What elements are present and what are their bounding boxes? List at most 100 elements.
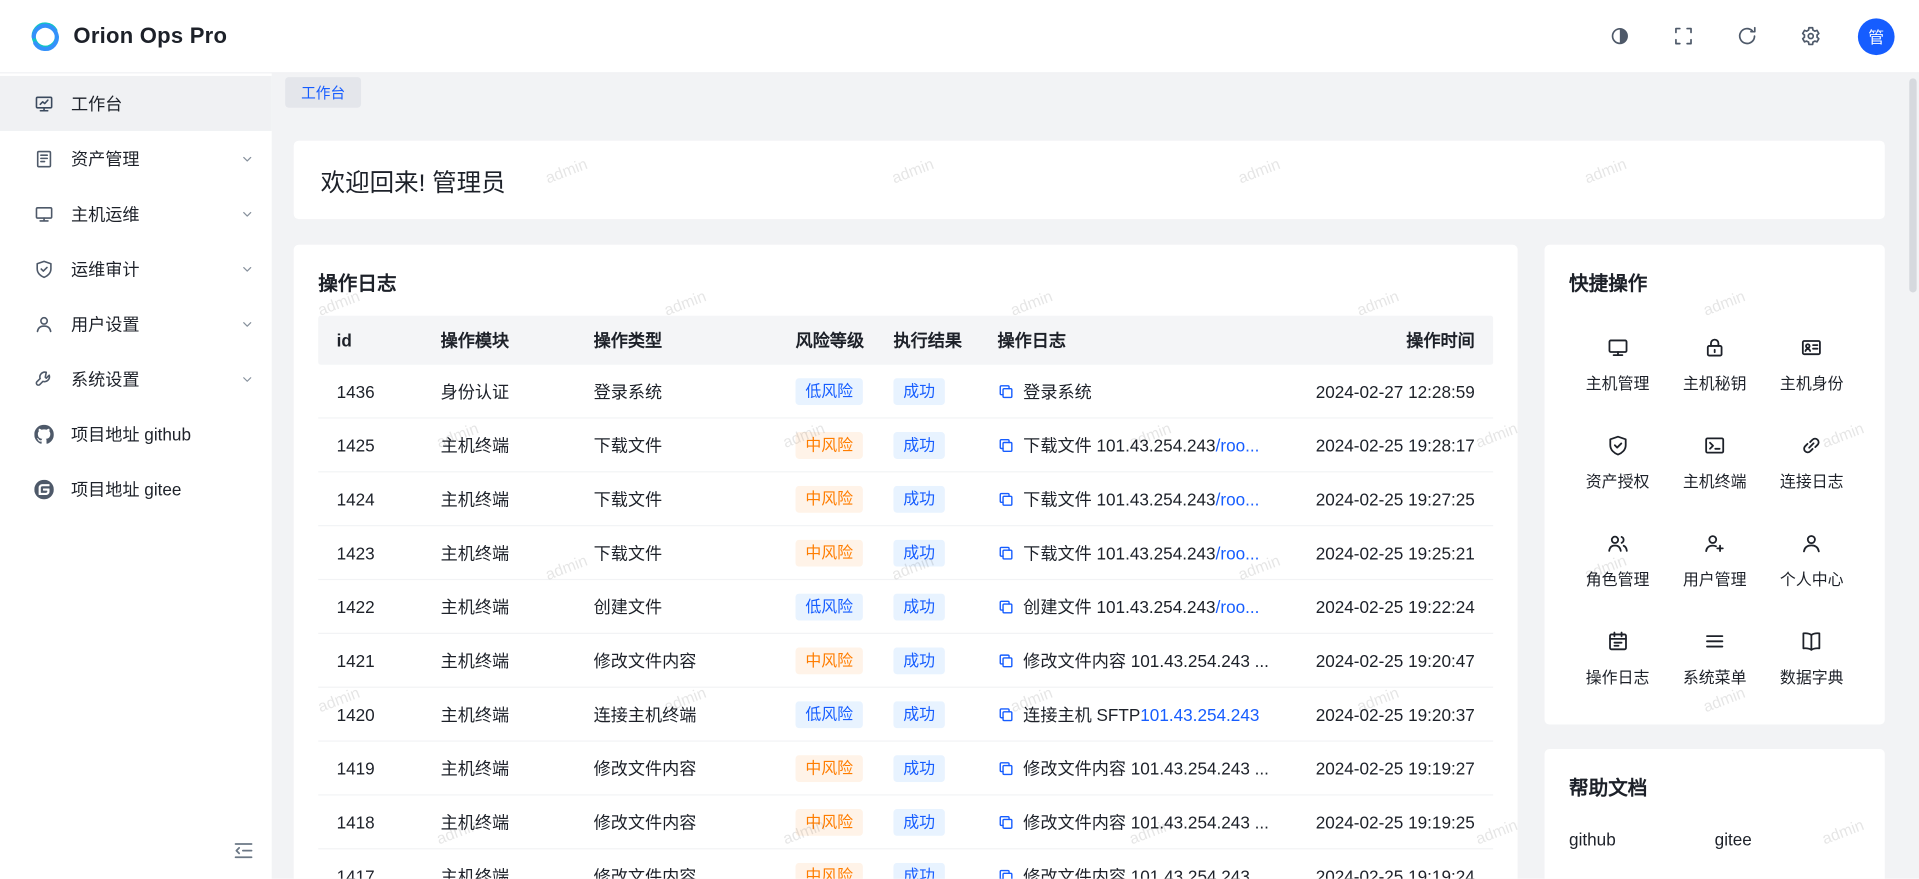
cell-risk: 中风险 [777,485,875,512]
welcome-title: 欢迎回来! 管理员 [321,162,506,197]
table-row[interactable]: 1419 主机终端 修改文件内容 中风险 成功 修改文件内容 101.43.25… [318,742,1493,796]
cell-id: 1423 [318,543,422,563]
sidebar-item[interactable]: 运维审计 [0,241,272,296]
cell-module: 主机终端 [422,810,575,834]
cell-time: 2024-02-27 12:28:59 [1285,381,1493,401]
quick-action[interactable]: 角色管理 [1569,512,1666,610]
quick-action[interactable]: 用户管理 [1666,512,1763,610]
log-link[interactable]: /roo... [1216,489,1260,509]
table-row[interactable]: 1417 主机终端 修改文件内容 中风险 成功 修改文件内容 101.43.25… [318,849,1493,878]
table-header-cell: 风险等级 [777,328,875,352]
theme-icon [1609,26,1630,47]
result-badge: 成功 [893,808,944,835]
table-row[interactable]: 1425 主机终端 下载文件 中风险 成功 下载文件 101.43.254.24… [318,419,1493,473]
quick-action[interactable]: 主机终端 [1666,414,1763,512]
sidebar-item-label: 用户设置 [71,311,140,335]
cell-risk: 中风险 [777,539,875,566]
settings-button[interactable] [1794,20,1826,52]
audit-icon [34,259,54,279]
cell-result: 成功 [875,755,979,782]
cell-module: 身份认证 [422,379,575,403]
sidebar-item[interactable]: 主机运维 [0,186,272,241]
sidebar-item[interactable]: 项目地址 github [0,406,272,461]
vertical-scrollbar[interactable] [1909,78,1916,292]
welcome-card: 欢迎回来! 管理员 [294,141,1885,219]
cell-type: 下载文件 [575,433,777,457]
sidebar-item[interactable]: 资产管理 [0,131,272,186]
log-link[interactable]: /roo... [1216,435,1260,455]
log-text: 修改文件内容 101.43.254.243 ... [1023,810,1269,834]
sidebar-item[interactable]: 项目地址 gitee [0,461,272,516]
copy-icon[interactable] [997,759,1014,776]
chevron-down-icon [240,316,255,331]
quick-action[interactable]: 个人中心 [1763,512,1860,610]
quick-action[interactable]: 连接日志 [1763,414,1860,512]
copy-icon[interactable] [997,706,1014,723]
operation-log-card: 操作日志 id操作模块操作类型风险等级执行结果操作日志操作时间 1436 身份认… [294,245,1518,879]
sidebar-item[interactable]: 工作台 [0,76,272,131]
cell-log: 下载文件 101.43.254.243 /roo... [979,433,1285,457]
quick-action-label: 角色管理 [1586,566,1650,589]
copy-icon[interactable] [997,652,1014,669]
table-row[interactable]: 1421 主机终端 修改文件内容 中风险 成功 修改文件内容 101.43.25… [318,634,1493,688]
copy-icon[interactable] [997,867,1014,879]
table-header-cell: 执行结果 [875,328,979,352]
cell-risk: 中风险 [777,808,875,835]
tab-workbench[interactable]: 工作台 [285,77,361,108]
sidebar: 工作台 资产管理 主机运维 运维审计 [0,73,272,878]
result-badge: 成功 [893,701,944,728]
copy-icon[interactable] [997,382,1014,399]
help-link[interactable]: gitee [1715,830,1861,850]
cell-risk: 低风险 [777,378,875,405]
sidebar-item[interactable]: 系统设置 [0,351,272,406]
sidebar-collapse-button[interactable] [233,840,255,862]
quick-action-label: 操作日志 [1586,664,1650,687]
log-text: 修改文件内容 101.43.254.243 ... [1023,648,1269,672]
brand[interactable]: Orion Ops Pro [29,20,227,52]
sidebar-item-label: 运维审计 [71,256,140,280]
user-avatar[interactable]: 管 [1858,18,1895,55]
copy-icon[interactable] [997,490,1014,507]
cell-risk: 中风险 [777,862,875,879]
role-icon [1607,532,1629,554]
theme-toggle-button[interactable] [1603,20,1635,52]
right-column: 快捷操作 主机管理 主机秘钥 [1545,245,1885,879]
quick-action[interactable]: 资产授权 [1569,414,1666,512]
quick-action[interactable]: 系统菜单 [1666,610,1763,708]
chevron-down-icon [240,371,255,386]
copy-icon[interactable] [997,544,1014,561]
quick-action[interactable]: 主机身份 [1763,316,1860,414]
refresh-button[interactable] [1731,20,1763,52]
cell-type: 修改文件内容 [575,756,777,780]
table-header-row: id操作模块操作类型风险等级执行结果操作日志操作时间 [318,316,1493,365]
log-link[interactable]: 101.43.254.243 [1140,704,1259,724]
table-row[interactable]: 1422 主机终端 创建文件 低风险 成功 创建文件 101.43.254.24… [318,580,1493,634]
log-link[interactable]: /roo... [1216,543,1260,563]
cell-id: 1420 [318,704,422,724]
cell-time: 2024-02-25 19:20:37 [1285,704,1493,724]
log-card-title: 操作日志 [318,267,1493,296]
table-row[interactable]: 1418 主机终端 修改文件内容 中风险 成功 修改文件内容 101.43.25… [318,796,1493,850]
log-link[interactable]: /roo... [1216,597,1260,617]
result-badge: 成功 [893,539,944,566]
quick-action[interactable]: 主机秘钥 [1666,316,1763,414]
host-manage-icon [1607,336,1629,358]
copy-icon[interactable] [997,813,1014,830]
cell-risk: 低风险 [777,593,875,620]
help-link[interactable]: github [1569,830,1715,850]
quick-action[interactable]: 数据字典 [1763,610,1860,708]
fullscreen-button[interactable] [1667,20,1699,52]
table-row[interactable]: 1436 身份认证 登录系统 低风险 成功 登录系统 [318,365,1493,419]
risk-badge: 低风险 [796,593,863,620]
cell-id: 1421 [318,651,422,671]
table-row[interactable]: 1424 主机终端 下载文件 中风险 成功 下载文件 101.43.254.24… [318,472,1493,526]
copy-icon[interactable] [997,436,1014,453]
copy-icon[interactable] [997,598,1014,615]
table-row[interactable]: 1423 主机终端 下载文件 中风险 成功 下载文件 101.43.254.24… [318,526,1493,580]
sidebar-item[interactable]: 用户设置 [0,296,272,351]
quick-action[interactable]: 操作日志 [1569,610,1666,708]
table-row[interactable]: 1420 主机终端 连接主机终端 低风险 成功 连接主机 SFTP 101.43… [318,688,1493,742]
log-icon [1607,630,1629,652]
quick-action[interactable]: 主机管理 [1569,316,1666,414]
result-badge: 成功 [893,593,944,620]
